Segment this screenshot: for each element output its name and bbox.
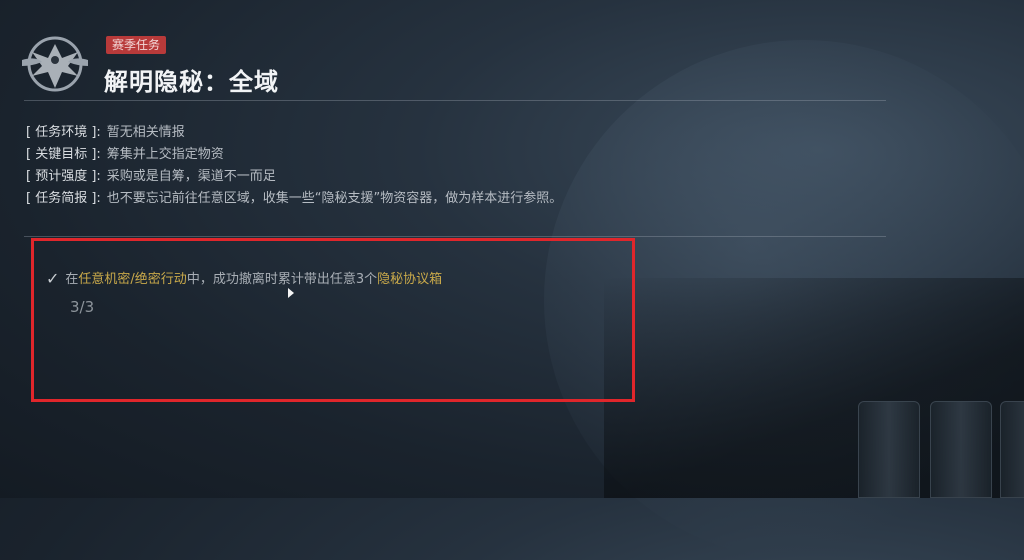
info-row-briefing: [ 任务简报 ]: 也不要忘记前往任意区域，收集一些“隐秘支援”物资容器，做为样本… [26, 188, 562, 210]
info-key: [ 关键目标 ]: [26, 147, 101, 162]
mission-info-list: [ 任务环境 ]: 暂无相关情报 [ 关键目标 ]: 筹集并上交指定物资 [ 预计强… [26, 122, 562, 210]
objective-text-prefix: 在 [65, 272, 79, 287]
info-row-intensity: [ 预计强度 ]: 采购或是自筹，渠道不一而足 [26, 166, 562, 188]
eagle-emblem-icon [22, 36, 88, 92]
info-value: 筹集并上交指定物资 [106, 147, 224, 162]
info-value: 采购或是自筹，渠道不一而足 [106, 169, 276, 184]
season-mission-tag: 赛季任务 [106, 36, 167, 54]
background-crate [858, 401, 920, 498]
mouse-cursor-icon [288, 288, 294, 298]
header-divider [24, 100, 886, 101]
objective-item: ✓ 在任意机密/绝密行动中，成功撤离时累计带出任意3个隐秘协议箱 [46, 268, 442, 288]
info-key: [ 任务简报 ]: [26, 191, 101, 206]
objective-progress: 3/3 [70, 298, 95, 316]
checkmark-icon: ✓ [46, 269, 60, 288]
info-value: 暂无相关情报 [106, 125, 185, 140]
info-row-objective: [ 关键目标 ]: 筹集并上交指定物资 [26, 144, 562, 166]
info-divider [24, 236, 886, 237]
objective-text-middle: 中，成功撤离时累计带出任意3个 [186, 272, 378, 287]
objective-highlight-operation: 任意机密/绝密行动 [78, 272, 187, 287]
info-value: 也不要忘记前往任意区域，收集一些“隐秘支援”物资容器，做为样本进行参照。 [106, 191, 563, 206]
mission-title: 解明隐秘：全域 [104, 68, 279, 96]
info-key: [ 任务环境 ]: [26, 125, 101, 140]
annotation-highlight-box [31, 238, 635, 402]
objective-highlight-item: 隐秘协议箱 [377, 272, 443, 287]
info-row-environment: [ 任务环境 ]: 暂无相关情报 [26, 122, 562, 144]
background-crate [1000, 401, 1024, 498]
info-key: [ 预计强度 ]: [26, 169, 101, 184]
background-crate [930, 401, 992, 498]
